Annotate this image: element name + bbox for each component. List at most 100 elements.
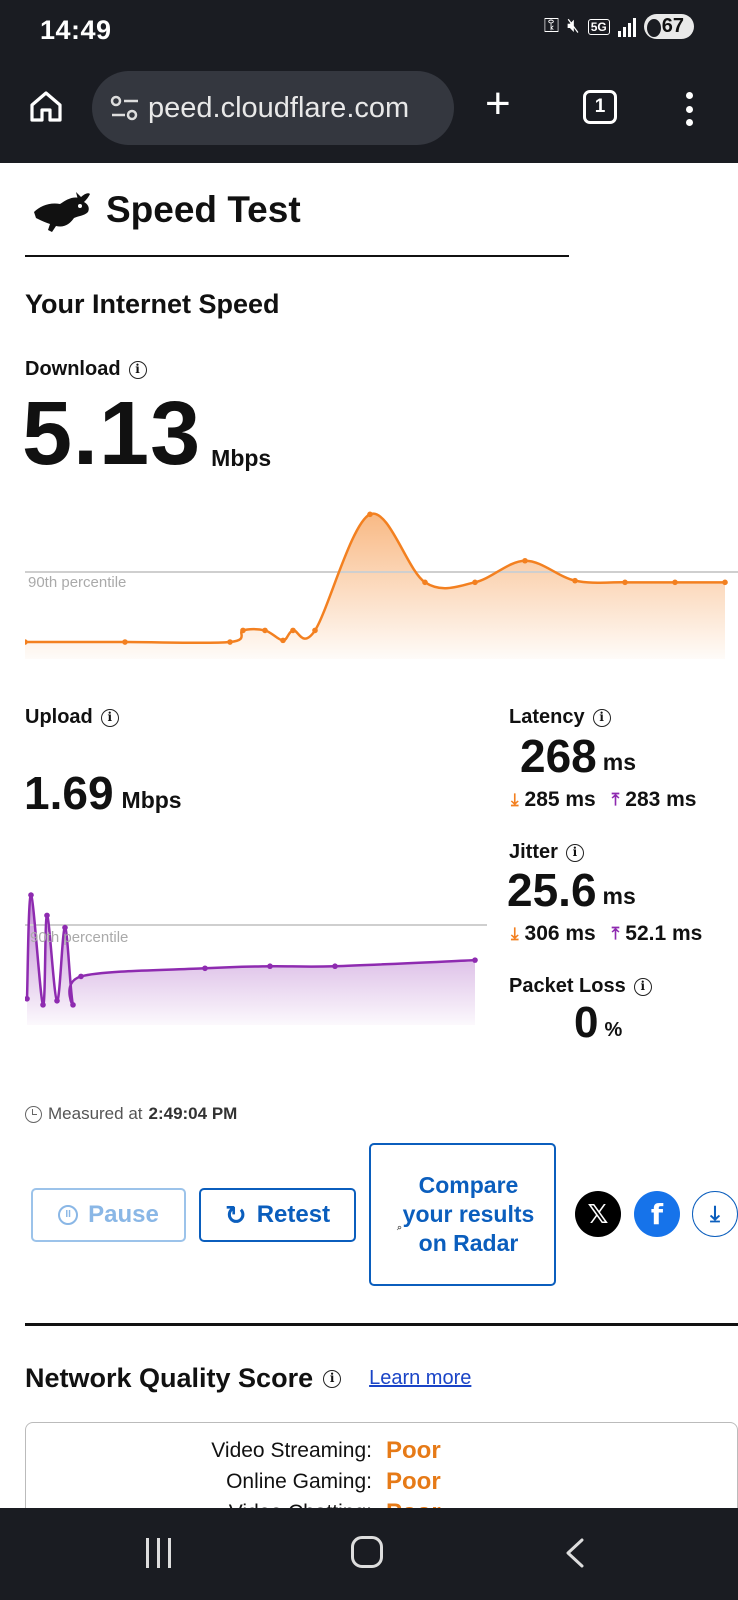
packet-loss-value: 0 <box>574 998 599 1047</box>
signal-icon <box>617 17 636 37</box>
latency-breakdown: ⤓ 285 ms ⤒ 283 ms <box>511 788 697 812</box>
download-point <box>522 557 528 564</box>
measured-at: Measured at 2:49:04 PM <box>25 1104 237 1124</box>
info-icon[interactable]: i <box>633 977 652 996</box>
download-point <box>227 639 233 645</box>
download-point <box>367 511 373 518</box>
jitter-down: 306 ms <box>524 922 596 945</box>
learn-more-link[interactable]: Learn more <box>369 1367 471 1390</box>
download-area <box>25 513 725 659</box>
info-icon[interactable]: i <box>323 1369 342 1388</box>
compare-label: Compare your results on Radar <box>402 1172 535 1256</box>
download-point <box>572 577 578 584</box>
upload-point <box>267 963 273 970</box>
retest-button[interactable]: ↻ Retest <box>199 1188 356 1242</box>
vpn-key-icon: ⚿ <box>543 15 560 37</box>
download-value: 5.13 <box>22 384 202 484</box>
jitter-value-row: 25.6 ms <box>507 866 636 914</box>
url-bar[interactable]: peed.cloudflare.com <box>92 71 454 145</box>
status-time: 14:49 <box>40 15 112 45</box>
upload-point <box>202 965 208 972</box>
upload-point <box>40 1002 46 1008</box>
upload-point <box>332 963 338 970</box>
upload-unit: Mbps <box>121 787 182 813</box>
download-arrow-icon: ⤓ <box>511 790 519 809</box>
back-icon[interactable] <box>562 1538 592 1568</box>
status-icons: ⚿ 🔇︎ 5G 67 <box>544 14 694 39</box>
network-quality-title: Network Quality Score <box>25 1363 314 1393</box>
measured-prefix: Measured at <box>48 1104 143 1123</box>
quality-label: Online Gaming: <box>226 1470 372 1493</box>
download-point <box>722 579 728 586</box>
download-point <box>422 579 428 586</box>
brand-header: Speed Test <box>30 186 301 234</box>
tab-count-button[interactable]: 1 <box>583 90 617 124</box>
upload-label-row: Upload i <box>25 706 119 729</box>
jitter-value: 25.6 <box>507 864 597 916</box>
upload-point <box>472 957 478 963</box>
recent-apps-icon[interactable] <box>146 1538 171 1568</box>
download-unit: Mbps <box>211 445 272 471</box>
x-share-button[interactable]: 𝕏 <box>575 1191 621 1237</box>
download-results-button[interactable]: ⤓ <box>692 1191 738 1237</box>
more-menu-icon[interactable] <box>684 92 694 126</box>
download-point <box>240 627 246 634</box>
divider <box>25 1323 738 1326</box>
upload-point <box>78 973 84 980</box>
download-percentile-label: 90th percentile <box>28 574 127 591</box>
upload-point <box>44 912 50 919</box>
battery-level: 67 <box>643 14 694 39</box>
packet-loss-value-row: 0 % <box>574 1000 622 1046</box>
latency-label-row: Latency i <box>509 706 611 729</box>
jitter-unit: ms <box>602 883 636 909</box>
latency-down: 285 ms <box>524 788 596 811</box>
upload-chart <box>25 892 487 1025</box>
upload-arrow-icon: ⤒ <box>611 924 620 943</box>
pause-label: Pause <box>88 1201 159 1228</box>
download-chart <box>25 511 738 659</box>
quality-score: Poor <box>386 1437 441 1464</box>
latency-label: Latency <box>509 706 585 728</box>
upload-point <box>28 892 34 898</box>
divider <box>25 255 569 257</box>
download-point <box>122 639 128 645</box>
home-nav-icon[interactable] <box>351 1536 383 1568</box>
url-text[interactable]: peed.cloudflare.com <box>148 92 438 125</box>
rabbit-logo-icon <box>34 192 90 232</box>
upload-label: Upload <box>25 706 93 728</box>
pause-button[interactable]: II Pause <box>31 1188 186 1242</box>
browser-chrome: 14:49 ⚿ 🔇︎ 5G 67 peed.cloudflare.com + 1 <box>0 0 738 163</box>
download-point <box>672 579 678 586</box>
packet-loss-unit: % <box>604 1019 623 1041</box>
quality-row-streaming: Video Streaming: Poor <box>26 1437 446 1465</box>
info-icon[interactable]: i <box>128 360 147 379</box>
new-tab-icon[interactable]: + <box>485 82 511 126</box>
download-point <box>312 627 318 634</box>
facebook-share-button[interactable]: f <box>634 1191 680 1237</box>
packet-loss-label: Packet Loss <box>509 975 626 997</box>
download-value-row: 5.13 Mbps <box>22 388 271 480</box>
packet-loss-label-row: Packet Loss i <box>509 975 652 998</box>
clock-icon <box>25 1105 42 1123</box>
compare-radar-button[interactable]: ⌕ Compare your results on Radar <box>369 1143 556 1286</box>
jitter-up: 52.1 ms <box>625 922 703 945</box>
jitter-label-row: Jitter i <box>509 841 584 864</box>
download-point <box>280 637 286 644</box>
network-quality-header: Network Quality Score i Learn more <box>25 1363 471 1394</box>
latency-up: 283 ms <box>625 788 697 811</box>
upload-point <box>54 998 60 1004</box>
home-icon[interactable] <box>28 88 64 124</box>
retest-icon: ↻ <box>224 1199 247 1230</box>
mute-icon: 🔇︎ <box>567 15 580 37</box>
info-icon[interactable]: i <box>592 708 611 727</box>
info-icon[interactable]: i <box>100 708 119 727</box>
quality-row-gaming: Online Gaming: Poor <box>26 1468 446 1496</box>
latency-value-row: 268 ms <box>520 732 636 780</box>
retest-label: Retest <box>256 1201 331 1228</box>
info-icon[interactable]: i <box>565 843 584 862</box>
brand-title: Speed Test <box>106 189 301 230</box>
download-label: Download <box>25 358 121 380</box>
upload-area <box>27 895 475 1025</box>
site-settings-icon[interactable] <box>110 94 140 122</box>
download-point <box>472 579 478 586</box>
